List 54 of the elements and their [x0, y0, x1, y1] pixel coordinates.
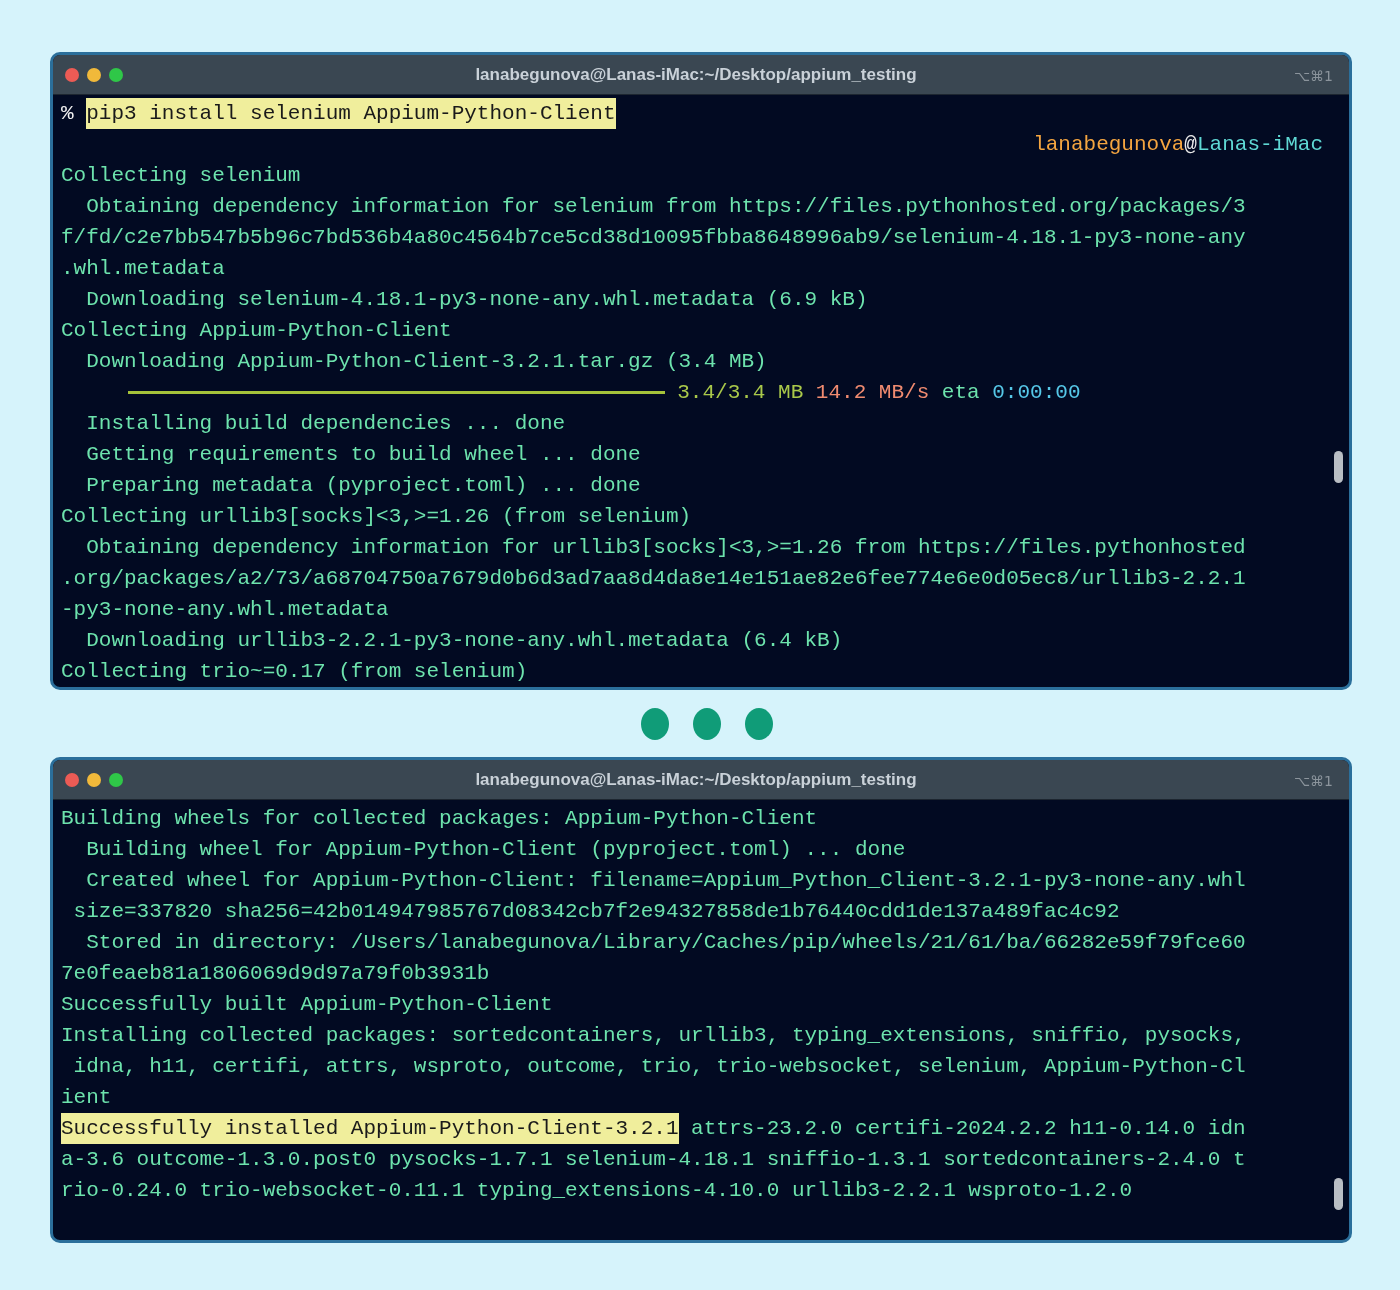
terminal-text: Obtaining dependency information for selenium from https://files.pythonhosted.org/packages/3: [85, 194, 1246, 220]
terminal-text: .whl.metadata: [61, 256, 225, 282]
minimize-button[interactable]: [87, 772, 101, 787]
highlighted-text: pip3 install selenium Appium-Python-Client: [86, 98, 616, 129]
terminal-text: size=337820 sha256=42b014947985767d08342cb7f2e94327858de1b76440cdd1de137a489fac4c92: [72, 899, 1120, 925]
terminal-text: Downloading Appium-Python-Client-3.2.1.tar.gz (3.4 MB): [85, 349, 767, 375]
terminal-text: Getting requirements to build wheel ... done: [85, 442, 641, 468]
terminal-text: Collecting trio~=0.17 (from selenium): [61, 659, 528, 685]
minimize-button[interactable]: [87, 67, 101, 82]
terminal-text: 7e0feaeb81a1806069d9d97a79f0b3931b: [61, 961, 490, 987]
terminal-text: Collecting Appium-Python-Client: [61, 318, 452, 344]
terminal-text: Preparing metadata (pyproject.toml) ... done: [85, 473, 641, 499]
scrollbar-thumb[interactable]: [1334, 1178, 1343, 1210]
terminal-text: attrs-23.2.0 certifi-2024.2.2 h11-0.14.0 idn: [691, 1116, 1246, 1142]
prompt-symbol: %: [61, 101, 74, 127]
terminal-text: Successfully built Appium-Python-Client: [61, 992, 553, 1018]
terminal-text: .org/packages/a2/73/a68704750a7679d0b6d3ad7aa8d4da8e14e151ae82e6fee774e6e0d05ec8/urllib3-2.2.1: [61, 566, 1246, 592]
terminal-text: Collecting selenium: [61, 163, 301, 189]
zoom-button[interactable]: [109, 772, 123, 787]
shortcut-label: ⌥⌘1: [1293, 772, 1333, 791]
window-title: lanabegunova@Lanas-iMac:~/Desktop/appium_testing: [475, 769, 917, 789]
window-title: lanabegunova@Lanas-iMac:~/Desktop/appium_testing: [475, 64, 917, 84]
terminal-text: Stored in directory: /Users/lanabegunova/Library/Caches/pip/wheels/21/61/ba/66282e59f79fce60: [85, 930, 1246, 956]
prompt-username: lanabegunova: [1033, 132, 1185, 158]
terminal-text: Created wheel for Appium-Python-Client: filename=Appium_Python_Client-3.2.1-py3-none-any.whl: [85, 868, 1246, 894]
close-button[interactable]: [65, 67, 79, 82]
terminal-text: rio-0.24.0 trio-websocket-0.11.1 typing_extensions-4.10.0 urllib3-2.2.1 wsproto-1.2.0: [61, 1178, 1133, 1204]
download-size: 3.4/3.4 MB: [677, 380, 804, 406]
ellipsis-dot: [641, 707, 669, 740]
highlighted-text: Successfully installed Appium-Python-Client-3.2.1: [61, 1113, 679, 1144]
scrollbar-thumb[interactable]: [1334, 451, 1343, 483]
terminal-text: Building wheels for collected packages: Appium-Python-Client: [61, 806, 818, 832]
download-speed: 14.2 MB/s: [815, 380, 930, 406]
terminal-text: Downloading urllib3-2.2.1-py3-none-any.whl.metadata (6.4 kB): [85, 628, 843, 654]
ellipsis-dot: [745, 707, 773, 740]
terminal-text: f/fd/c2e7bb547b5b96c7bd536b4a80c4564b7ce5cd38d10095fbba8648996ab9/selenium-4.18.1-py3-none-any: [61, 225, 1246, 251]
ellipsis-dot: [693, 707, 721, 740]
terminal-text: ient: [61, 1085, 112, 1111]
terminal-text: Building wheel for Appium-Python-Client (pyproject.toml) ... done: [85, 837, 906, 863]
terminal-text: Installing build dependencies ... done: [85, 411, 566, 437]
terminal-text: Collecting urllib3[socks]<3,>=1.26 (from selenium): [61, 504, 692, 530]
eta-time: 0:00:00: [992, 380, 1081, 406]
terminal-text: a-3.6 outcome-1.3.0.post0 pysocks-1.7.1 selenium-4.18.1 sniffio-1.3.1 sortedcontainers-2.4.0 t: [61, 1147, 1246, 1173]
shortcut-label: ⌥⌘1: [1293, 67, 1333, 86]
terminal-text: idna, h11, certifi, attrs, wsproto, outcome, trio, trio-websocket, selenium, Appium-Python-Cl: [72, 1054, 1246, 1080]
terminal-text: -py3-none-any.whl.metadata: [61, 597, 389, 623]
terminal-text: Installing collected packages: sortedcontainers, urllib3, typing_extensions, sniffio, pysocks,: [61, 1023, 1246, 1049]
terminal-text: Obtaining dependency information for urllib3[socks]<3,>=1.26 from https://files.pythonhosted: [85, 535, 1246, 561]
close-button[interactable]: [65, 772, 79, 787]
prompt-at-sign: @: [1184, 132, 1197, 158]
terminal-text: Downloading selenium-4.18.1-py3-none-any.whl.metadata (6.9 kB): [85, 287, 868, 313]
terminal-text: eta: [941, 380, 980, 406]
zoom-button[interactable]: [109, 67, 123, 82]
prompt-hostname: Lanas-iMac: [1196, 132, 1323, 158]
